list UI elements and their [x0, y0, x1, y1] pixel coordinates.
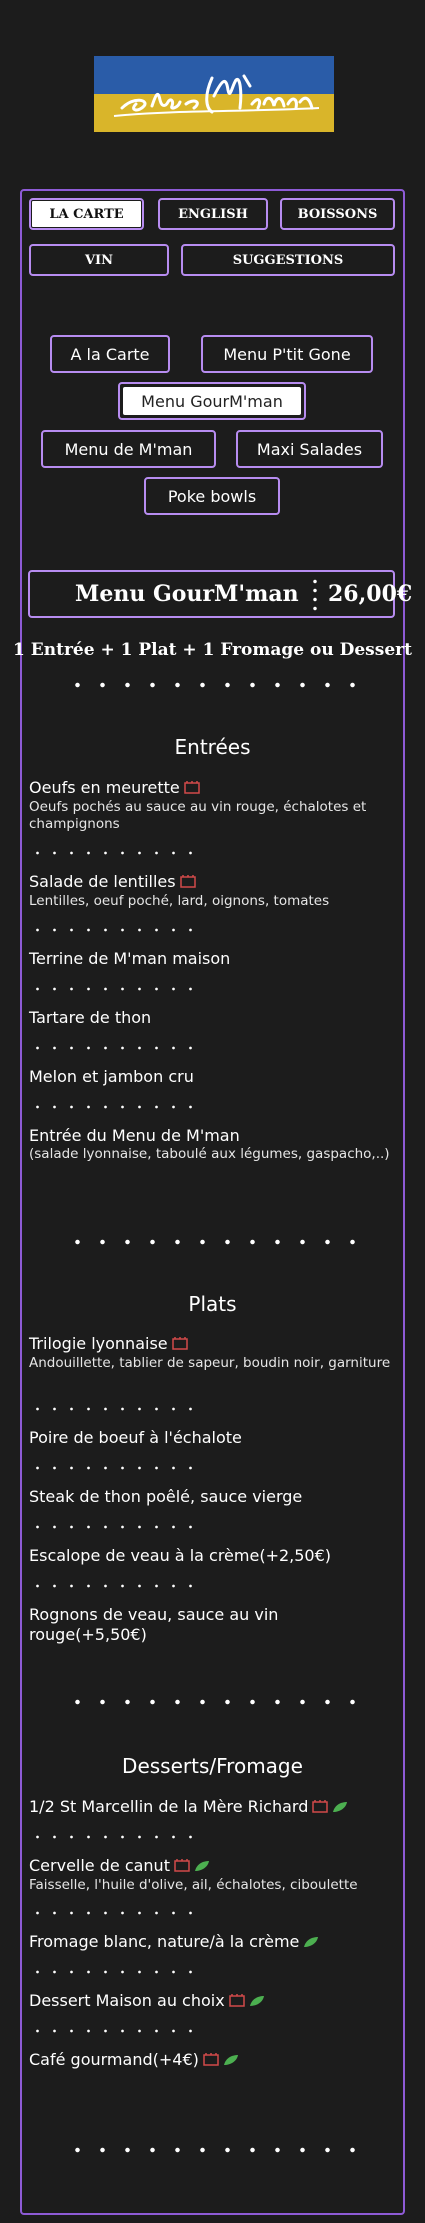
- item-description: Faisselle, l'huile d'olive, ail, échalot…: [29, 1876, 358, 1893]
- item-divider: [29, 1104, 204, 1110]
- submenu-poke-bowls[interactable]: Poke bowls: [144, 477, 280, 515]
- item-name: Poire de boeuf à l'échalote: [29, 1428, 242, 1447]
- section-title-entrees: Entrées: [174, 735, 251, 759]
- tab-label: LA CARTE: [34, 203, 139, 225]
- menu-item: Salade de lentilles Lentilles, oeuf poch…: [29, 872, 399, 910]
- menu-item: Steak de thon poêlé, sauce vierge: [29, 1487, 399, 1507]
- menu-item: Oeufs en meurette Oeufs pochés au sauce …: [29, 778, 399, 833]
- item-divider: [29, 1406, 204, 1412]
- submenu-maxi-salades[interactable]: Maxi Salades: [236, 430, 383, 468]
- lyon-icon: [228, 1992, 245, 2012]
- leaf-icon: [194, 1857, 210, 1877]
- submenu-menu-de-mman[interactable]: Menu de M'man: [41, 430, 216, 468]
- item-description: (salade lyonnaise, taboulé aux légumes, …: [29, 1146, 390, 1162]
- item-name: Salade de lentilles: [29, 872, 176, 891]
- leaf-icon: [303, 1933, 319, 1953]
- item-name: Dessert Maison au choix: [29, 1991, 225, 2010]
- item-name: Entrée du Menu de M'man: [29, 1126, 240, 1145]
- item-divider: [29, 1834, 204, 1840]
- item-name: Terrine de M'man maison: [29, 949, 231, 968]
- item-name: Melon et jambon cru: [29, 1067, 194, 1086]
- menu-item: Poire de boeuf à l'échalote: [29, 1428, 399, 1448]
- item-divider: [29, 986, 204, 992]
- item-divider: [29, 1045, 204, 1051]
- tab-english[interactable]: ENGLISH: [158, 198, 268, 230]
- menu-item: Tartare de thon: [29, 1008, 399, 1028]
- lyon-icon: [203, 2051, 219, 2071]
- item-description: Oeufs pochés au sauce au vin rouge, écha…: [29, 798, 367, 832]
- leaf-icon: [223, 2051, 239, 2071]
- item-name: Rognons de veau, sauce au vin rouge(+5,5…: [29, 1605, 279, 1644]
- menu-title-box: Menu GourM'man 26,00€: [28, 570, 412, 618]
- item-name: Café gourmand(+4€): [29, 2050, 199, 2069]
- lyon-icon: [174, 1857, 190, 1877]
- menu-formula: 1 Entrée + 1 Plat + 1 Fromage ou Dessert: [13, 640, 412, 660]
- item-name: Fromage blanc, nature/à la crème: [29, 1932, 300, 1951]
- leaf-icon: [332, 1798, 348, 1818]
- leaf-icon: [249, 1992, 265, 2012]
- restaurant-logo: [94, 56, 334, 132]
- divider-dots: [65, 1696, 365, 1708]
- lyon-icon: [179, 873, 196, 893]
- tab-la-carte[interactable]: LA CARTE: [29, 198, 144, 230]
- menu-item: 1/2 St Marcellin de la Mère Richard: [29, 1797, 399, 1818]
- item-divider: [29, 927, 204, 933]
- menu-item: Trilogie lyonnaise Andouillette, tablier…: [29, 1334, 399, 1372]
- tab-boissons[interactable]: BOISSONS: [280, 198, 395, 230]
- menu-item: Melon et jambon cru: [29, 1067, 399, 1087]
- submenu-a-la-carte[interactable]: A la Carte: [50, 335, 170, 373]
- lyon-icon: [312, 1798, 329, 1818]
- item-name: Tartare de thon: [29, 1008, 152, 1027]
- menu-item: Escalope de veau à la crème(+2,50€): [29, 1546, 399, 1566]
- menu-item: Dessert Maison au choix: [29, 1991, 399, 2012]
- menu-item: Rognons de veau, sauce au vin rouge(+5,5…: [29, 1605, 399, 1645]
- item-divider: [29, 1969, 204, 1975]
- menu-item: Cervelle de canut Faisselle, l'huile d'o…: [29, 1856, 399, 1894]
- item-name: Trilogie lyonnaise: [29, 1334, 168, 1353]
- menu-item: Café gourmand(+4€): [29, 2050, 399, 2071]
- menu-item: Entrée du Menu de M'man (salade lyonnais…: [29, 1126, 399, 1163]
- item-description: Andouillette, tablier de sapeur, boudin …: [29, 1354, 391, 1371]
- item-name: Escalope de veau à la crème(+2,50€): [29, 1546, 332, 1565]
- lyon-icon: [171, 1335, 188, 1355]
- item-divider: [29, 850, 204, 856]
- item-divider: [29, 1910, 204, 1916]
- submenu-menu-ptit-gone[interactable]: Menu P'tit Gone: [201, 335, 373, 373]
- section-title-desserts: Desserts/Fromage: [122, 1754, 303, 1778]
- menu-item: Terrine de M'man maison: [29, 949, 399, 969]
- item-name: Cervelle de canut: [29, 1856, 170, 1875]
- submenu-label: Menu GourM'man: [123, 387, 301, 415]
- item-name: Steak de thon poêlé, sauce vierge: [29, 1487, 303, 1506]
- divider-dots: [65, 679, 365, 691]
- divider-dots: [65, 1236, 365, 1248]
- item-name: Oeufs en meurette: [29, 778, 180, 797]
- menu-name: Menu GourM'man: [75, 581, 299, 607]
- submenu-menu-gourmman[interactable]: Menu GourM'man: [118, 382, 306, 420]
- item-divider: [29, 2028, 204, 2034]
- tab-suggestions[interactable]: SUGGESTIONS: [181, 244, 395, 276]
- tab-vin[interactable]: VIN: [29, 244, 169, 276]
- menu-price: 26,00€: [328, 581, 413, 607]
- divider-dots: [65, 2144, 365, 2156]
- item-divider: [29, 1524, 204, 1530]
- item-name: 1/2 St Marcellin de la Mère Richard: [29, 1797, 309, 1816]
- menu-title-separator: [313, 577, 317, 613]
- lyon-icon: [183, 779, 200, 799]
- item-divider: [29, 1583, 204, 1589]
- item-divider: [29, 1465, 204, 1471]
- item-description: Lentilles, oeuf poché, lard, oignons, to…: [29, 892, 330, 909]
- section-title-plats: Plats: [188, 1292, 237, 1316]
- menu-item: Fromage blanc, nature/à la crème: [29, 1932, 399, 1953]
